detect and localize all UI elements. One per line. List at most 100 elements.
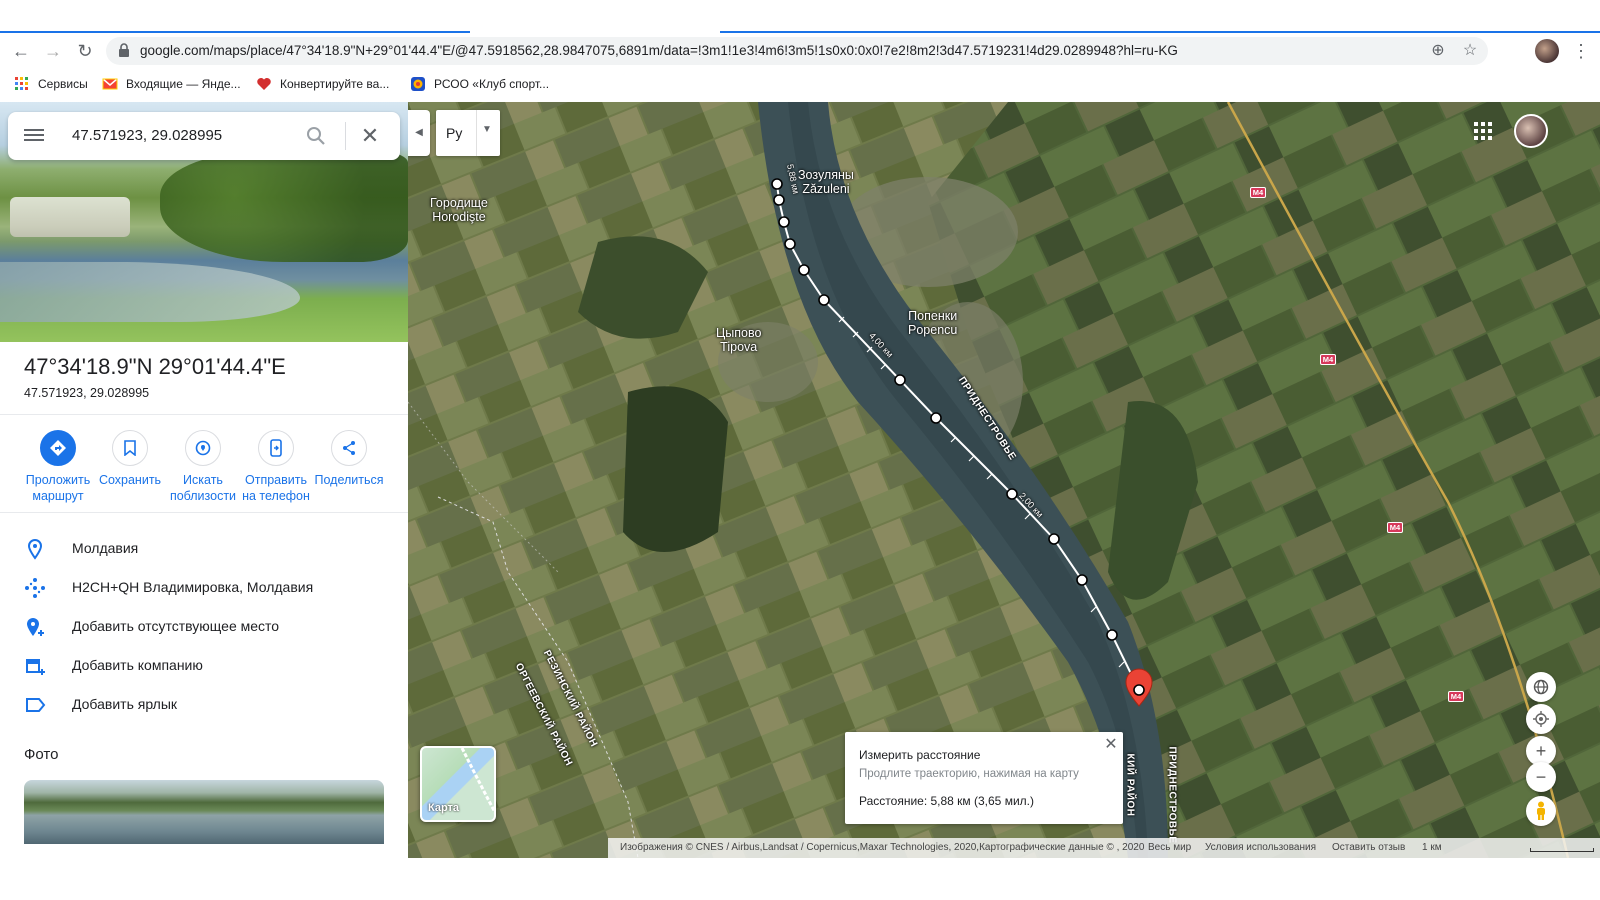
more-menu-icon[interactable]: ⋮ xyxy=(1572,40,1590,62)
measure-point[interactable] xyxy=(930,412,942,424)
bookmark-converter[interactable]: Конвертируйте ва... xyxy=(256,75,389,93)
world-link[interactable]: Весь мир xyxy=(1148,842,1191,853)
side-panel: 47.571923, 29.028995 ✕ 47°34'18.9"N 29°0… xyxy=(0,102,408,858)
browser-toolbar: ← → ↻ google.com/maps/place/47°34'18.9"N… xyxy=(0,34,1600,68)
add-place-icon xyxy=(24,616,46,638)
measure-point[interactable] xyxy=(894,374,906,386)
google-apps-icon[interactable] xyxy=(1474,122,1494,142)
region-label: ПРИДНЕСТРОВЬЕ xyxy=(1166,746,1178,844)
region-label: КИЙ РАЙОН xyxy=(1124,753,1136,817)
map-layer-toggle[interactable]: Карта xyxy=(420,746,496,822)
globe-view-icon[interactable] xyxy=(1526,672,1556,702)
photo-thumbnail[interactable] xyxy=(24,780,384,844)
location-pin-icon xyxy=(24,538,46,560)
place-label: Городище Horodişte xyxy=(430,196,488,224)
measure-point[interactable] xyxy=(1048,533,1060,545)
url-text[interactable]: google.com/maps/place/47°34'18.9"N+29°01… xyxy=(140,43,1178,58)
info-row-plus-code[interactable]: H2CH+QH Владимировка, Молдавия xyxy=(0,569,408,607)
search-nearby-button[interactable]: Искать поблизости xyxy=(166,430,240,504)
collapse-panel-button[interactable]: ◀ xyxy=(408,110,430,156)
profile-avatar[interactable] xyxy=(1535,39,1559,63)
bookmark-label: Входящие — Янде... xyxy=(126,77,241,91)
page-bottom xyxy=(0,858,1600,900)
measure-point[interactable] xyxy=(771,178,783,190)
divider xyxy=(0,414,408,415)
map-attribution: Изображения © CNES / Airbus,Landsat / Co… xyxy=(608,838,1600,858)
share-button[interactable]: Поделиться xyxy=(312,430,386,488)
road-badge: M4 xyxy=(1320,354,1336,365)
bookmark-mail[interactable]: Входящие — Янде... xyxy=(102,75,241,93)
language-selector[interactable]: Ру ▼ xyxy=(436,110,500,156)
divider xyxy=(0,512,408,513)
photos-heading: Фото xyxy=(24,746,59,763)
add-extension-icon[interactable]: ⊕ xyxy=(1428,41,1448,61)
road-badge: M4 xyxy=(1250,187,1266,198)
bookmark-services[interactable]: Сервисы xyxy=(14,75,88,93)
tab-indicator xyxy=(0,31,470,33)
page-title: 47°34'18.9"N 29°01'44.4"E xyxy=(24,354,286,379)
my-location-icon[interactable] xyxy=(1526,704,1556,734)
zoom-out-button[interactable]: − xyxy=(1526,762,1556,792)
share-icon xyxy=(331,430,367,466)
account-avatar[interactable] xyxy=(1514,114,1548,148)
tab-indicator xyxy=(720,31,1600,33)
phone-icon xyxy=(258,430,294,466)
close-icon[interactable]: ✕ xyxy=(1103,734,1119,753)
place-label: Зозуляны Zăzuleni xyxy=(798,168,854,196)
measure-point[interactable] xyxy=(798,264,810,276)
info-row-add-place[interactable]: Добавить отсутствующее место xyxy=(0,608,408,646)
bookmark-star-icon[interactable]: ☆ xyxy=(1460,41,1480,61)
measure-point[interactable] xyxy=(1076,574,1088,586)
back-icon[interactable]: ← xyxy=(10,40,32,62)
measure-distance: Расстояние: 5,88 км (3,65 мил.) xyxy=(859,794,1034,808)
bookmark-label: Сервисы xyxy=(38,77,88,91)
club-icon xyxy=(410,76,426,92)
search-input[interactable]: 47.571923, 29.028995 xyxy=(72,127,222,144)
map-canvas[interactable]: Городище Horodişte Зозуляны Zăzuleni Цыпов… xyxy=(408,102,1600,858)
directions-button[interactable]: Проложить маршрут xyxy=(21,430,95,504)
measure-hint: Продлите траекторию, нажимая на карту xyxy=(859,768,1079,780)
measure-point[interactable] xyxy=(784,238,796,250)
apps-icon xyxy=(14,76,30,92)
menu-icon[interactable] xyxy=(24,126,44,146)
search-icon[interactable] xyxy=(304,124,328,148)
bookmark-label: Конвертируйте ва... xyxy=(280,77,390,91)
nearby-icon xyxy=(185,430,221,466)
place-label: Попенки Popencu xyxy=(908,309,958,337)
reload-icon[interactable]: ↻ xyxy=(74,40,96,62)
bookmark-label: РСОО «Клуб спорт... xyxy=(434,77,550,91)
bookmark-icon xyxy=(112,430,148,466)
plus-code-icon xyxy=(24,577,46,599)
save-button[interactable]: Сохранить xyxy=(93,430,167,488)
info-row-add-business[interactable]: Добавить компанию xyxy=(0,647,408,685)
measure-point[interactable] xyxy=(1106,629,1118,641)
bookmark-club[interactable]: РСОО «Клуб спорт... xyxy=(410,75,549,93)
directions-icon xyxy=(40,430,76,466)
pegman-icon[interactable] xyxy=(1526,796,1556,826)
address-bar[interactable]: google.com/maps/place/47°34'18.9"N+29°01… xyxy=(106,37,1488,65)
road-badge: M4 xyxy=(1387,522,1403,533)
clear-search-icon[interactable]: ✕ xyxy=(358,124,382,148)
coordinates-subtitle: 47.571923, 29.028995 xyxy=(24,386,150,400)
terms-link[interactable]: Условия использования xyxy=(1205,842,1316,853)
imagery-credit: Изображения © CNES / Airbus,Landsat / Co… xyxy=(620,842,1145,853)
measure-distance-card: ✕ Измерить расстояние Продлите траектори… xyxy=(845,732,1123,824)
chevron-down-icon: ▼ xyxy=(482,124,492,135)
search-box: 47.571923, 29.028995 ✕ xyxy=(8,112,400,160)
feedback-link[interactable]: Оставить отзыв xyxy=(1332,842,1405,853)
forward-icon[interactable]: → xyxy=(42,40,64,62)
heart-icon xyxy=(256,76,272,92)
add-business-icon xyxy=(24,655,46,677)
measure-point[interactable] xyxy=(773,194,785,206)
lock-icon xyxy=(118,43,132,59)
info-row-country[interactable]: Молдавия xyxy=(0,530,408,568)
label-icon xyxy=(24,694,46,716)
place-label: Цыпово Tipova xyxy=(716,326,762,354)
measure-point[interactable] xyxy=(818,294,830,306)
scale-label[interactable]: 1 км xyxy=(1422,842,1442,853)
measure-point[interactable] xyxy=(778,216,790,228)
measure-title: Измерить расстояние xyxy=(859,748,981,762)
info-row-add-label[interactable]: Добавить ярлык xyxy=(0,686,408,724)
send-to-phone-button[interactable]: Отправить на телефон xyxy=(239,430,313,504)
road-badge: M4 xyxy=(1448,691,1464,702)
